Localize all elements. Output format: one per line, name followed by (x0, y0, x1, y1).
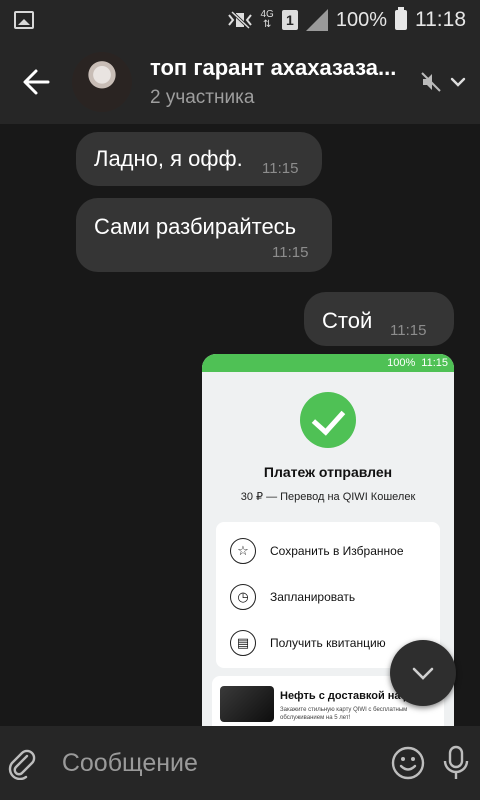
battery-percent: 100% (335, 8, 387, 31)
microphone-icon (443, 745, 469, 779)
chat-header: топ гарант ахахазаза... 2 участника (0, 40, 480, 124)
success-check-icon (300, 392, 356, 448)
avatar[interactable] (72, 52, 132, 112)
clock-icon: ◷ (230, 584, 256, 610)
receipt-icon: ▤ (230, 630, 256, 656)
chevron-down-icon[interactable] (448, 72, 468, 92)
card-image (220, 686, 274, 722)
message-input-bar (0, 726, 480, 800)
message-text: Сами разбирайтесь (94, 214, 297, 239)
message-time: 11:15 (272, 244, 309, 261)
voice-button[interactable] (432, 726, 480, 800)
screenshot-time: 11:15 (421, 357, 448, 369)
emoji-icon (391, 746, 425, 780)
payment-subtitle: 30 ₽ — Перевод на QIWI Кошелек (240, 491, 416, 503)
battery-icon (395, 7, 407, 30)
message-text: Ладно, я офф. (94, 146, 243, 171)
action-label: Сохранить в Избранное (270, 544, 404, 558)
network-indicator: 4G ⇅ (260, 9, 274, 30)
message-list[interactable]: Ладно, я офф. 11:15 Сами разбирайтесь 11… (0, 124, 480, 726)
image-notification-icon (14, 11, 34, 29)
chat-subtitle: 2 участника (150, 87, 255, 108)
mute-icon (421, 72, 441, 92)
message-time: 11:15 (390, 322, 427, 339)
chat-title: топ гарант ахахазаза... (150, 55, 397, 80)
clock: 11:18 (415, 8, 466, 31)
back-arrow-icon (23, 69, 50, 95)
chat-info[interactable]: топ гарант ахахазаза... 2 участника (150, 55, 412, 109)
star-icon: ☆ (230, 538, 256, 564)
message-input[interactable] (43, 739, 384, 787)
promo-text: Закажите стильную карту QIWI с бесплатны… (280, 707, 408, 721)
attach-button[interactable] (0, 726, 44, 800)
message-bubble[interactable]: Стой 11:15 (304, 292, 454, 346)
scroll-down-button[interactable] (390, 640, 456, 706)
screenshot-battery: 100% (387, 357, 416, 369)
action-receipt: ▤ Получить квитанцию (230, 628, 386, 658)
payment-title: Платеж отправлен (263, 464, 393, 480)
message-bubble[interactable]: Сами разбирайтесь 11:15 (76, 198, 332, 272)
screenshot-status-bar: 100% 11:15 (202, 354, 454, 372)
message-bubble[interactable]: Ладно, я офф. 11:15 (76, 132, 322, 186)
sim-icon: 1 (281, 10, 298, 30)
action-schedule: ◷ Запланировать (230, 582, 355, 612)
action-label: Получить квитанцию (270, 636, 386, 650)
vibrate-icon (227, 10, 252, 30)
message-text: Стой (322, 308, 373, 333)
action-save-favorite: ☆ Сохранить в Избранное (230, 536, 404, 566)
signal-icon (305, 9, 328, 31)
status-bar: 4G ⇅ 1 100% 11:18 (0, 0, 480, 40)
paperclip-icon (8, 749, 36, 780)
back-button[interactable] (0, 40, 72, 124)
message-time: 11:15 (262, 160, 299, 177)
emoji-button[interactable] (384, 726, 432, 800)
chevron-down-icon (412, 667, 434, 680)
action-label: Запланировать (270, 590, 356, 604)
